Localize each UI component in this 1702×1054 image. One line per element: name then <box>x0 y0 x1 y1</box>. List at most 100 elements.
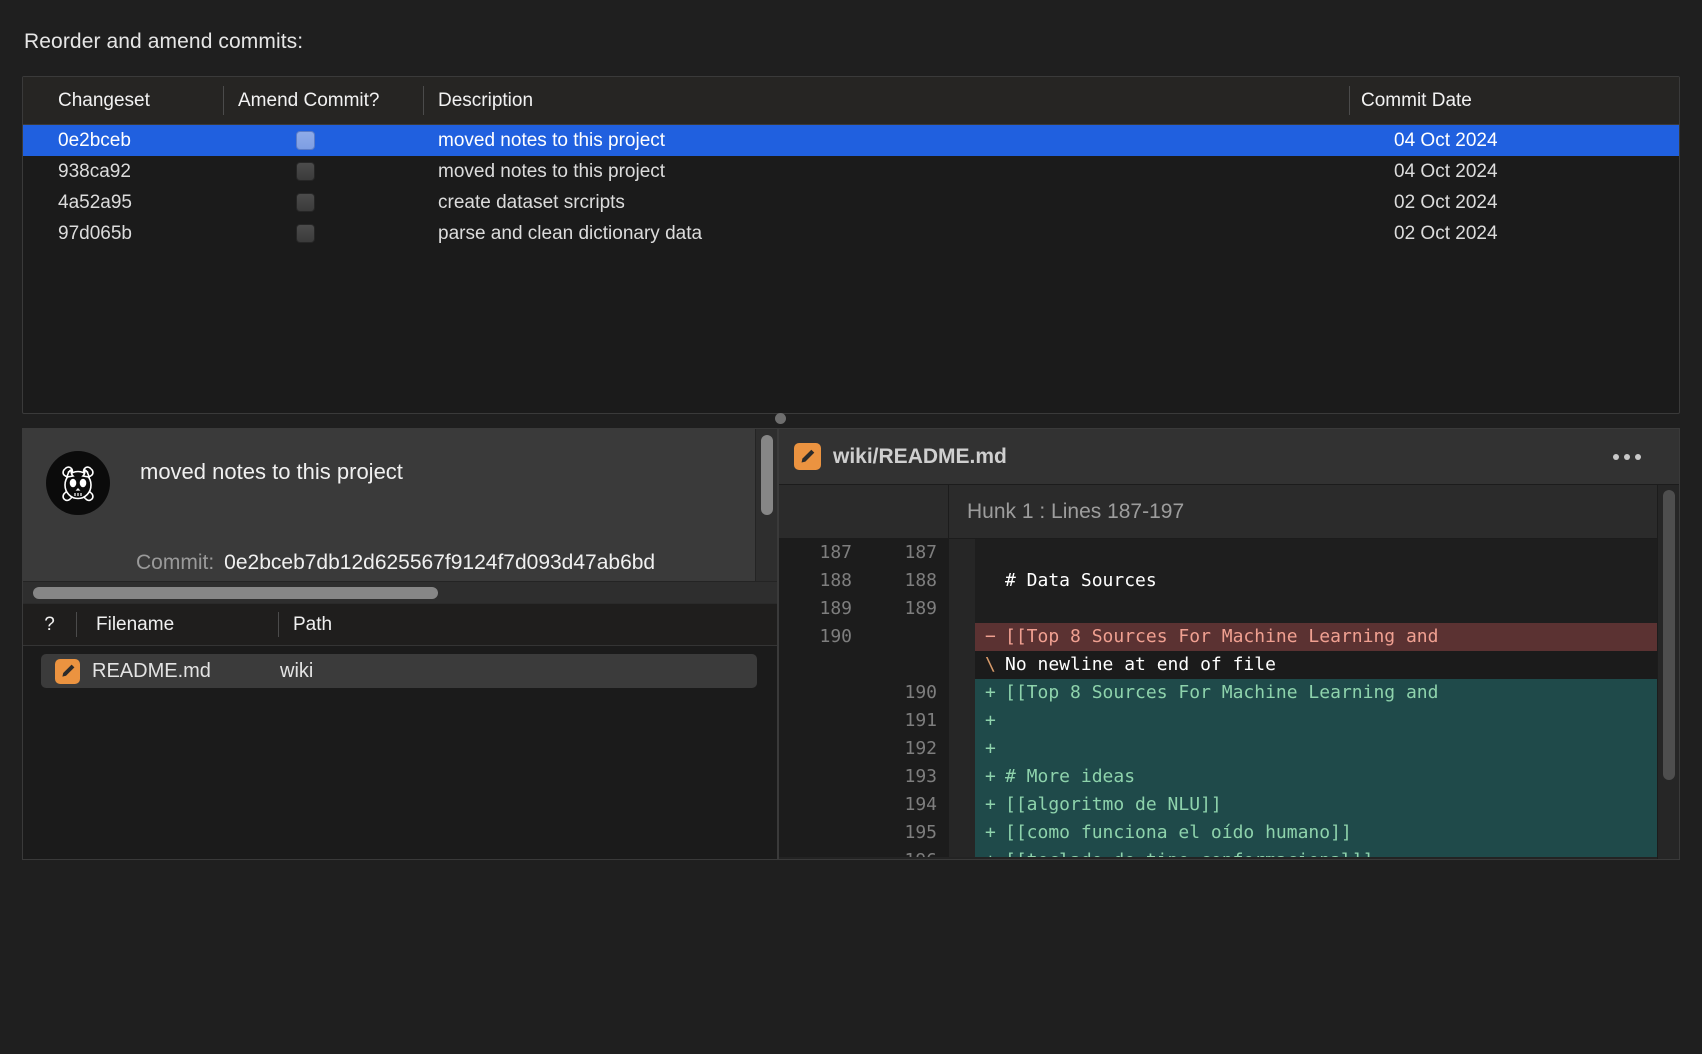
diff-gutter-separator <box>949 847 975 857</box>
diff-old-line-number <box>779 847 864 857</box>
diff-line: 195 + [[como funciona el oído humano]] <box>779 819 1679 847</box>
diff-line-sign: + <box>985 822 996 843</box>
diff-new-line-number: 193 <box>864 763 949 791</box>
amend-checkbox-cell[interactable] <box>223 218 423 249</box>
amend-checkbox[interactable] <box>296 131 315 150</box>
commit-changeset: 938ca92 <box>58 160 131 182</box>
diff-line-text: + [[como funciona el oído humano]] <box>975 819 1679 847</box>
commit-description: create dataset srcripts <box>438 191 625 213</box>
commit-hash-row: Commit: 0e2bceb7db12d625567f9124f7d093d47… <box>23 551 777 575</box>
more-horizontal-icon[interactable] <box>1613 453 1641 460</box>
diff-line-text <box>975 595 1679 623</box>
diff-line-content: # More ideas <box>1005 766 1136 787</box>
diff-old-line-number: 190 <box>779 623 864 651</box>
column-header-filename[interactable]: Filename <box>76 604 278 645</box>
diff-file-title: wiki/README.md <box>833 444 1007 468</box>
diff-vertical-scrollbar[interactable] <box>1657 485 1679 859</box>
diff-new-line-number: 195 <box>864 819 949 847</box>
diff-line-text: − [[Top 8 Sources For Machine Learning an… <box>975 623 1679 651</box>
amend-checkbox[interactable] <box>296 162 315 181</box>
amend-checkbox[interactable] <box>296 193 315 212</box>
commit-detail-vertical-scrollbar[interactable] <box>755 429 777 603</box>
commit-detail-horizontal-scrollbar[interactable] <box>23 581 777 603</box>
diff-old-line-number <box>779 791 864 819</box>
commit-description: parse and clean dictionary data <box>438 222 703 244</box>
file-list-header: ? Filename Path <box>23 604 777 646</box>
diff-old-line-number <box>779 707 864 735</box>
diff-line-sign: − <box>985 626 996 647</box>
diff-line: 189 189 <box>779 595 1679 623</box>
hunk-gutter-spacer <box>779 485 949 538</box>
diff-old-line-number <box>779 679 864 707</box>
diff-new-line-number: 196 <box>864 847 949 857</box>
diff-gutter-separator <box>949 623 975 651</box>
diff-line-content: [[teclado de tipo conformacional]] <box>1005 850 1373 857</box>
amend-checkbox[interactable] <box>296 224 315 243</box>
amend-checkbox-cell[interactable] <box>223 125 423 156</box>
diff-line-text: + # More ideas <box>975 763 1679 791</box>
diff-line: 193 + # More ideas <box>779 763 1679 791</box>
commit-list-table: Changeset Amend Commit? Description Comm… <box>22 76 1680 414</box>
file-name: README.md <box>92 659 211 682</box>
diff-gutter-separator <box>949 679 975 707</box>
commit-row[interactable]: 938ca92 moved notes to this project 04 Oct… <box>23 156 1679 187</box>
diff-line-content: [[como funciona el oído humano]] <box>1005 822 1352 843</box>
amend-commits-dialog: Reorder and amend commits: Changeset Ame… <box>0 0 1702 1054</box>
pane-splitter-handle[interactable] <box>775 413 786 424</box>
orange-pencil-icon <box>55 658 80 684</box>
diff-line-sign: + <box>985 682 996 703</box>
scrollbar-thumb[interactable] <box>761 435 773 515</box>
diff-line-text <box>975 539 1679 567</box>
commit-message: moved notes to this project <box>140 459 403 484</box>
diff-gutter-separator <box>949 707 975 735</box>
commit-detail-pane: moved notes to this project Commit: 0e2bc… <box>22 428 778 860</box>
diff-line-text: + [[Top 8 Sources For Machine Learning an… <box>975 679 1679 707</box>
diff-gutter-separator <box>949 791 975 819</box>
commit-date: 04 Oct 2024 <box>1394 160 1498 182</box>
diff-old-line-number <box>779 763 864 791</box>
diff-line-text: + <box>975 735 1679 763</box>
diff-new-line-number: 189 <box>864 595 949 623</box>
commit-row[interactable]: 97d065b parse and clean dictionary data 02… <box>23 218 1679 249</box>
dialog-footer: Reset Edit message Squash with previous … <box>0 874 1702 1054</box>
diff-old-line-number: 188 <box>779 567 864 595</box>
amend-checkbox-cell[interactable] <box>223 187 423 218</box>
diff-line: 196 +[[teclado de tipo conformacional]] <box>779 847 1679 857</box>
skull-crossbones-avatar <box>46 451 110 515</box>
commit-changeset: 4a52a95 <box>58 191 132 213</box>
column-header-path[interactable]: Path <box>278 604 777 645</box>
commit-table-body: 0e2bceb moved notes to this project 04 Oct… <box>23 125 1679 249</box>
diff-old-line-number <box>779 735 864 763</box>
column-header-description[interactable]: Description <box>423 77 1349 124</box>
diff-new-line-number: 192 <box>864 735 949 763</box>
column-header-amend-commit[interactable]: Amend Commit? <box>223 77 423 124</box>
commit-table-header: Changeset Amend Commit? Description Comm… <box>23 77 1679 125</box>
file-list-item[interactable]: README.md wiki <box>41 654 757 688</box>
amend-checkbox-cell[interactable] <box>223 156 423 187</box>
diff-line-text: \ No newline at end of file <box>975 651 1679 679</box>
commit-changeset: 0e2bceb <box>58 129 131 151</box>
file-list-body: README.md wiki <box>23 654 777 688</box>
diff-new-line-number: 190 <box>864 679 949 707</box>
diff-line-text: # Data Sources <box>975 567 1679 595</box>
commit-row[interactable]: 4a52a95 create dataset srcripts 02 Oct 202… <box>23 187 1679 218</box>
diff-line-sign: + <box>985 794 996 815</box>
diff-line: 187 187 <box>779 539 1679 567</box>
diff-old-line-number <box>779 819 864 847</box>
scrollbar-thumb[interactable] <box>33 587 438 599</box>
diff-line: 194 + [[algoritmo de NLU]] <box>779 791 1679 819</box>
scrollbar-thumb[interactable] <box>1663 490 1675 780</box>
column-header-status[interactable]: ? <box>23 604 76 645</box>
diff-line-content: # Data Sources <box>1005 570 1157 591</box>
column-header-changeset[interactable]: Changeset <box>23 77 223 124</box>
commit-changeset: 97d065b <box>58 222 132 244</box>
diff-gutter-separator <box>949 763 975 791</box>
diff-line-content: [[algoritmo de NLU]] <box>1005 794 1222 815</box>
diff-line-text: + <box>975 707 1679 735</box>
page-title: Reorder and amend commits: <box>24 30 304 53</box>
commit-row[interactable]: 0e2bceb moved notes to this project 04 Oct… <box>23 125 1679 156</box>
diff-gutter-separator <box>949 819 975 847</box>
column-header-commit-date[interactable]: Commit Date <box>1349 77 1679 124</box>
commit-date: 04 Oct 2024 <box>1394 129 1498 151</box>
diff-gutter-separator <box>949 735 975 763</box>
